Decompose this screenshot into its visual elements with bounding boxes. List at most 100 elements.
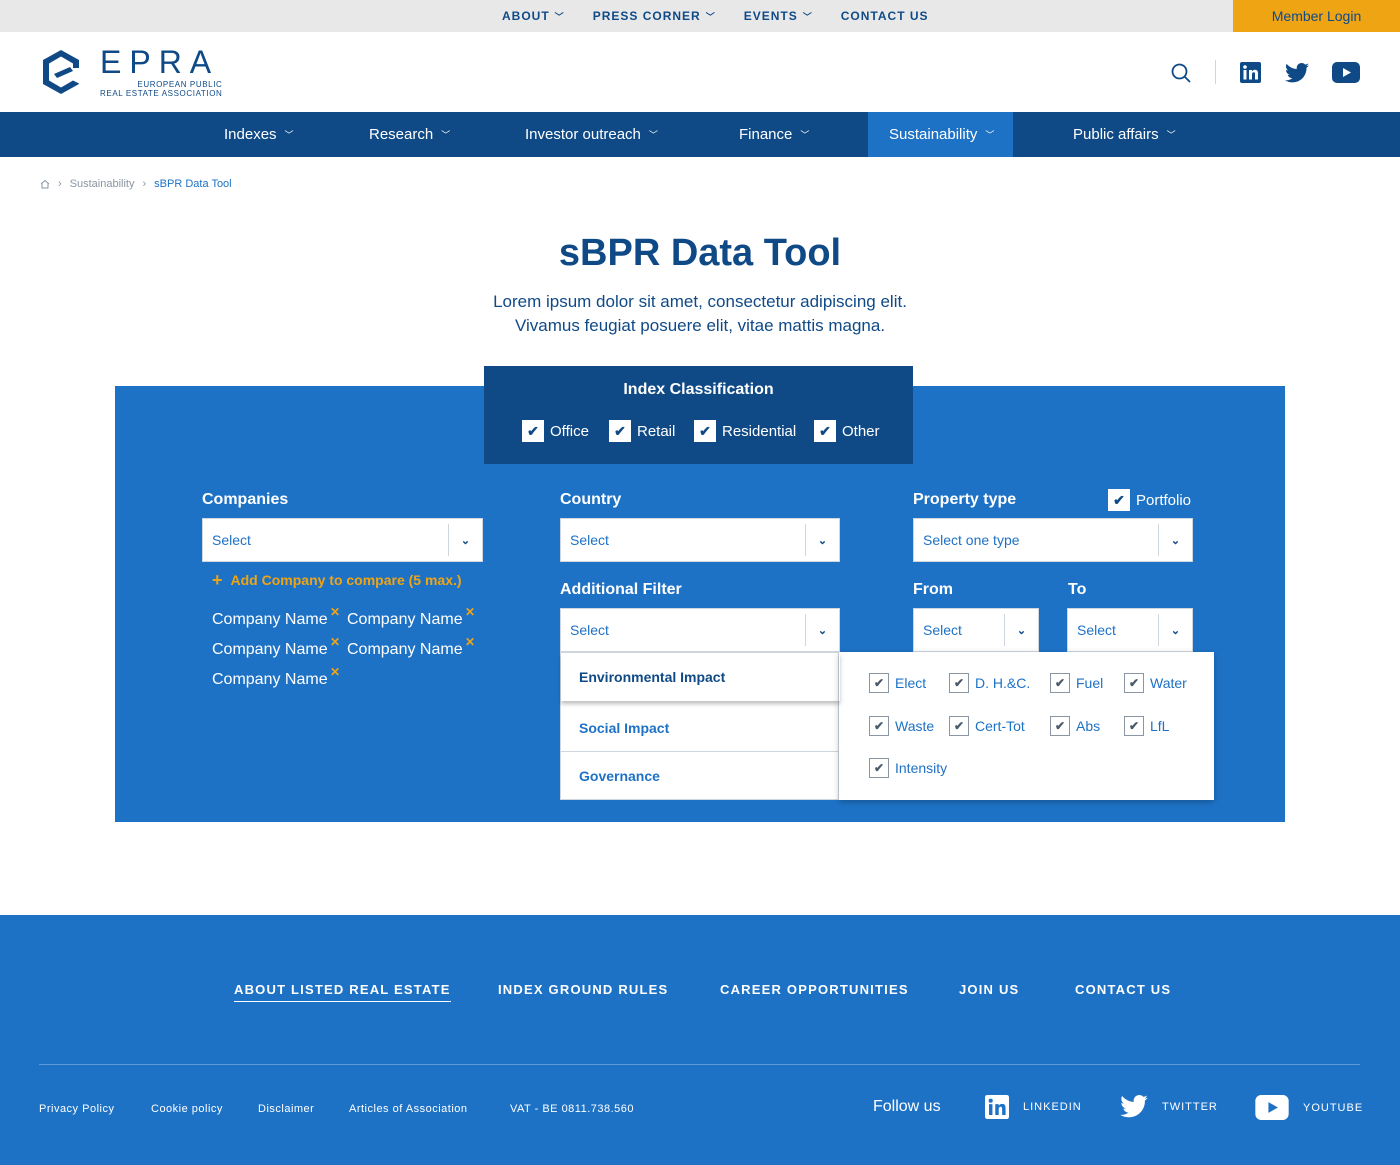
option-water[interactable]: ✔ Water (1124, 673, 1187, 693)
dropdown-category-governance[interactable]: Governance (561, 752, 840, 800)
nav-item-indexes[interactable]: Indexes ﹀ (224, 112, 294, 157)
plus-icon: + (212, 570, 223, 590)
to-select[interactable]: Select ⌄ (1067, 608, 1193, 652)
check-icon: ✔ (1050, 716, 1070, 736)
dropdown-category-environmental[interactable]: Environmental Impact (561, 653, 840, 701)
checkbox-portfolio[interactable]: ✔ Portfolio (1108, 489, 1191, 511)
from-select-value: Select (923, 622, 962, 638)
twitter-icon[interactable] (1285, 63, 1309, 83)
country-select-value: Select (570, 532, 609, 548)
option-intensity[interactable]: ✔ Intensity (869, 758, 947, 778)
checkbox-office[interactable]: ✔ Office (522, 420, 589, 442)
youtube-icon (1255, 1095, 1289, 1120)
check-icon: ✔ (522, 420, 544, 442)
check-icon: ✔ (869, 716, 889, 736)
chevron-down-icon: ﹀ (802, 11, 813, 22)
property-type-label: Property type (913, 491, 1017, 508)
epra-logo-mark-icon (43, 50, 79, 94)
companies-select[interactable]: Select ⌄ (202, 518, 483, 562)
checkbox-retail[interactable]: ✔ Retail (609, 420, 675, 442)
option-dhc[interactable]: ✔ D. H.&C. (949, 673, 1030, 693)
page-intro: Lorem ipsum dolor sit amet, consectetur … (0, 290, 1400, 338)
additional-filter-select[interactable]: Select ⌄ (560, 608, 840, 652)
companies-select-value: Select (212, 532, 251, 548)
page-title: sBPR Data Tool (558, 232, 842, 274)
nav-item-public-affairs[interactable]: Public affairs ﹀ (1073, 112, 1176, 157)
check-icon: ✔ (609, 420, 631, 442)
youtube-icon[interactable] (1332, 62, 1360, 83)
option-lfl[interactable]: ✔ LfL (1124, 716, 1169, 736)
footer-articles-of-association[interactable]: Articles of Association (349, 1103, 468, 1115)
footer-link-index-ground-rules[interactable]: INDEX GROUND RULES (498, 982, 668, 997)
add-company-button[interactable]: + Add Company to compare (5 max.) (212, 570, 462, 590)
nav-item-investor-outreach[interactable]: Investor outreach ﹀ (525, 112, 658, 157)
footer-link-career-opportunities[interactable]: CAREER OPPORTUNITIES (720, 982, 909, 997)
footer-youtube-link[interactable]: YOUTUBE (1255, 1095, 1363, 1120)
footer-link-about-listed-real-estate[interactable]: ABOUT LISTED REAL ESTATE (234, 982, 451, 1002)
chevron-down-icon: ⌄ (805, 524, 839, 556)
remove-company-icon[interactable]: ✕ (330, 635, 340, 649)
check-icon: ✔ (1050, 673, 1070, 693)
option-abs[interactable]: ✔ Abs (1050, 716, 1100, 736)
site-footer: ABOUT LISTED REAL ESTATE INDEX GROUND RU… (0, 915, 1400, 1165)
linkedin-icon (985, 1095, 1009, 1119)
chevron-down-icon: ⌄ (805, 614, 839, 646)
property-type-value: Select one type (923, 532, 1020, 548)
property-type-select[interactable]: Select one type ⌄ (913, 518, 1193, 562)
linkedin-icon[interactable] (1240, 62, 1261, 83)
country-select[interactable]: Select ⌄ (560, 518, 840, 562)
remove-company-icon[interactable]: ✕ (465, 635, 475, 649)
checkbox-other[interactable]: ✔ Other (814, 420, 880, 442)
chevron-down-icon: ﹀ (554, 11, 565, 22)
from-select[interactable]: Select ⌄ (913, 608, 1039, 652)
chevron-down-icon: ﹀ (1166, 130, 1176, 140)
footer-linkedin-link[interactable]: LINKEDIN (985, 1095, 1082, 1119)
logo-tagline-2: REAL ESTATE ASSOCIATION (100, 89, 223, 98)
company-chip: Company Name (212, 611, 328, 628)
company-chip: Company Name (212, 641, 328, 658)
nav-item-finance[interactable]: Finance ﹀ (739, 112, 809, 157)
utility-bar: ABOUT ﹀ PRESS CORNER ﹀ EVENTS ﹀ CONTACT US … (0, 0, 1400, 32)
home-icon[interactable] (40, 179, 50, 189)
check-icon: ✔ (1124, 673, 1144, 693)
option-fuel[interactable]: ✔ Fuel (1050, 673, 1103, 693)
footer-disclaimer[interactable]: Disclaimer (258, 1103, 314, 1115)
chevron-down-icon: ﹀ (441, 130, 451, 140)
company-chip: Company Name (347, 641, 463, 658)
checkbox-residential[interactable]: ✔ Residential (694, 420, 796, 442)
option-cert-tot[interactable]: ✔ Cert-Tot (949, 716, 1025, 736)
footer-cookie-policy[interactable]: Cookie policy (151, 1103, 223, 1115)
remove-company-icon[interactable]: ✕ (330, 665, 340, 679)
utility-link-about[interactable]: ABOUT ﹀ (502, 9, 565, 23)
logo-tagline-1: EUROPEAN PUBLIC (137, 80, 223, 89)
nav-item-research[interactable]: Research ﹀ (369, 112, 450, 157)
utility-link-press-corner[interactable]: PRESS CORNER ﹀ (593, 9, 716, 23)
chevron-down-icon: ⌄ (1158, 614, 1192, 646)
option-waste[interactable]: ✔ Waste (869, 716, 934, 736)
utility-link-events[interactable]: EVENTS ﹀ (744, 9, 813, 23)
breadcrumb: › Sustainability › sBPR Data Tool (40, 178, 232, 190)
check-icon: ✔ (949, 716, 969, 736)
remove-company-icon[interactable]: ✕ (465, 605, 475, 619)
twitter-icon (1120, 1095, 1148, 1118)
nav-item-sustainability[interactable]: Sustainability ﹀ (868, 112, 1013, 157)
dropdown-options-panel: ✔ Elect ✔ D. H.&C. ✔ Fuel ✔ Water ✔ Waste ✔ Ce… (839, 652, 1214, 800)
utility-nav: ABOUT ﹀ PRESS CORNER ﹀ EVENTS ﹀ CONTACT US (502, 0, 957, 32)
footer-privacy-policy[interactable]: Privacy Policy (39, 1103, 114, 1115)
footer-link-join-us[interactable]: JOIN US (959, 982, 1019, 997)
dropdown-category-social[interactable]: Social Impact (561, 704, 840, 752)
member-login-button[interactable]: Member Login (1233, 0, 1400, 32)
epra-logo[interactable]: EPRA EUROPEAN PUBLIC REAL ESTATE ASSOCIA… (40, 46, 223, 98)
option-elect[interactable]: ✔ Elect (869, 673, 926, 693)
to-label: To (1068, 581, 1087, 598)
search-icon[interactable] (1171, 63, 1191, 83)
remove-company-icon[interactable]: ✕ (330, 605, 340, 619)
check-icon: ✔ (814, 420, 836, 442)
chevron-down-icon: ⌄ (448, 524, 482, 556)
footer-twitter-link[interactable]: TWITTER (1120, 1095, 1218, 1118)
breadcrumb-link-sustainability[interactable]: Sustainability (70, 178, 135, 190)
check-icon: ✔ (1108, 489, 1130, 511)
utility-link-contact-us[interactable]: CONTACT US (841, 9, 929, 23)
footer-link-contact-us[interactable]: CONTACT US (1075, 982, 1171, 997)
follow-us-label: Follow us (873, 1098, 941, 1115)
